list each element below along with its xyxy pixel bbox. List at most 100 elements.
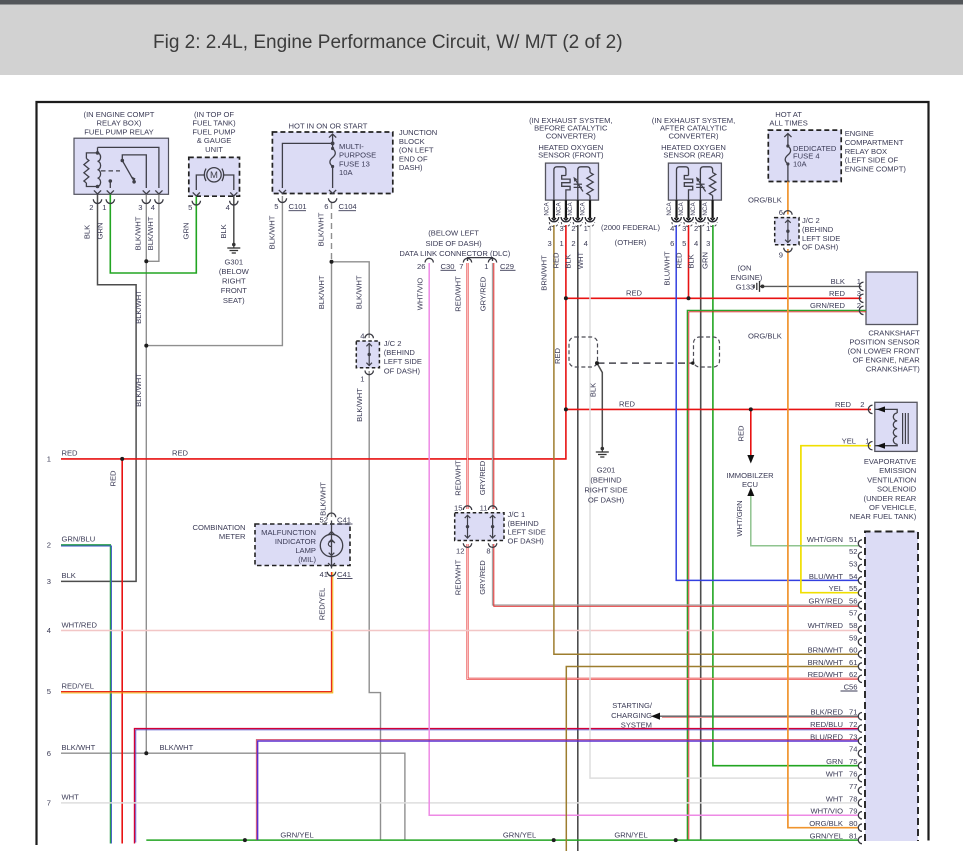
svg-text:11: 11 — [480, 504, 488, 513]
svg-text:NCA: NCA — [579, 202, 586, 216]
svg-text:(BELOW LEFT: (BELOW LEFT — [428, 229, 479, 238]
svg-text:54: 54 — [849, 572, 857, 581]
svg-text:1: 1 — [102, 203, 106, 212]
svg-text:& GAUGE: & GAUGE — [197, 136, 232, 145]
svg-text:RED/BLU: RED/BLU — [810, 720, 843, 729]
svg-text:71: 71 — [849, 708, 857, 717]
svg-text:CONVERTER): CONVERTER) — [546, 131, 597, 140]
svg-text:51: 51 — [849, 535, 857, 544]
svg-text:5: 5 — [47, 687, 51, 696]
svg-text:3: 3 — [682, 224, 686, 233]
svg-text:LEFT SIDE: LEFT SIDE — [508, 528, 546, 537]
svg-text:73: 73 — [849, 732, 857, 741]
svg-text:5: 5 — [274, 202, 278, 211]
svg-text:ENGINE): ENGINE) — [731, 273, 763, 282]
svg-text:3: 3 — [547, 239, 551, 248]
svg-text:RED/WHT: RED/WHT — [454, 460, 463, 496]
svg-text:6: 6 — [47, 749, 51, 758]
svg-text:HOT AT: HOT AT — [775, 110, 802, 119]
svg-text:SEAT): SEAT) — [223, 296, 245, 305]
svg-text:(MIL): (MIL) — [298, 555, 316, 564]
svg-text:76: 76 — [849, 770, 857, 779]
svg-text:C104: C104 — [339, 202, 357, 211]
svg-text:ENGINE COMPT): ENGINE COMPT) — [845, 165, 907, 174]
svg-text:C41: C41 — [337, 570, 351, 579]
svg-text:BLU/RED: BLU/RED — [810, 732, 843, 741]
svg-text:WHT/RED: WHT/RED — [62, 620, 98, 629]
svg-text:RED: RED — [675, 252, 684, 269]
svg-text:10A: 10A — [793, 159, 807, 168]
svg-text:C56: C56 — [844, 683, 858, 692]
svg-text:2: 2 — [694, 224, 698, 233]
svg-text:2: 2 — [860, 400, 864, 409]
svg-text:(2000 FEDERAL): (2000 FEDERAL) — [601, 223, 661, 232]
svg-text:59: 59 — [849, 633, 857, 642]
svg-text:5: 5 — [188, 203, 192, 212]
svg-text:OF DASH): OF DASH) — [384, 366, 421, 375]
svg-text:RED/WHT: RED/WHT — [454, 276, 463, 312]
svg-text:NCA: NCA — [543, 202, 550, 216]
svg-text:4: 4 — [694, 239, 698, 248]
svg-text:4: 4 — [226, 203, 230, 212]
svg-text:BLK: BLK — [83, 225, 92, 239]
svg-text:1: 1 — [47, 455, 51, 464]
svg-text:RIGHT: RIGHT — [222, 277, 246, 286]
svg-text:WHT/RED: WHT/RED — [808, 621, 844, 630]
svg-text:RED/WHT: RED/WHT — [454, 559, 463, 595]
svg-text:ORG/BLK: ORG/BLK — [748, 331, 782, 340]
svg-text:BRN/WHT: BRN/WHT — [808, 646, 844, 655]
svg-text:EVAPORATIVE: EVAPORATIVE — [864, 457, 916, 466]
svg-text:81: 81 — [849, 831, 857, 840]
svg-text:G301: G301 — [225, 257, 244, 266]
svg-text:8: 8 — [486, 547, 490, 556]
svg-text:YEL: YEL — [842, 436, 856, 445]
svg-text:BLK/WHT: BLK/WHT — [134, 373, 143, 407]
svg-text:RED: RED — [62, 449, 79, 458]
svg-text:COMPARTMENT: COMPARTMENT — [845, 138, 904, 147]
svg-text:BLK: BLK — [588, 383, 597, 397]
svg-text:BLK/WHT: BLK/WHT — [134, 290, 143, 324]
svg-text:2: 2 — [571, 239, 575, 248]
svg-text:END OF: END OF — [399, 154, 428, 163]
svg-text:CONVERTER): CONVERTER) — [668, 131, 719, 140]
svg-text:(IN TOP OF: (IN TOP OF — [194, 110, 234, 119]
svg-text:NCA: NCA — [666, 202, 673, 216]
svg-text:J/C 1: J/C 1 — [508, 510, 526, 519]
svg-text:BLK: BLK — [831, 277, 845, 286]
svg-text:STARTING/: STARTING/ — [612, 701, 653, 710]
svg-text:10A: 10A — [339, 168, 353, 177]
svg-text:(BEHIND: (BEHIND — [384, 348, 416, 357]
svg-text:BLK/WHT: BLK/WHT — [317, 275, 326, 309]
svg-text:WHT/GRN: WHT/GRN — [735, 500, 744, 536]
svg-text:(BELOW: (BELOW — [219, 267, 250, 276]
svg-text:FUEL PUMP RELAY: FUEL PUMP RELAY — [84, 127, 154, 136]
svg-text:4: 4 — [47, 626, 51, 635]
svg-text:57: 57 — [849, 609, 857, 618]
svg-text:RED: RED — [109, 470, 118, 487]
svg-text:RED/YEL: RED/YEL — [318, 588, 327, 621]
svg-text:WHT: WHT — [576, 251, 585, 269]
svg-text:WHT: WHT — [826, 794, 844, 803]
svg-text:GRN/YEL: GRN/YEL — [280, 831, 313, 840]
svg-text:(IN ENGINE COMPT: (IN ENGINE COMPT — [84, 110, 155, 119]
svg-text:C41: C41 — [337, 516, 351, 525]
svg-text:RED: RED — [172, 449, 189, 458]
svg-text:GRY/RED: GRY/RED — [478, 460, 487, 495]
svg-text:METER: METER — [219, 532, 246, 541]
svg-text:ALL TIMES: ALL TIMES — [769, 119, 807, 128]
svg-text:ECU: ECU — [742, 480, 758, 489]
svg-text:77: 77 — [849, 782, 857, 791]
svg-text:5: 5 — [682, 239, 686, 248]
svg-text:NCA: NCA — [567, 202, 574, 216]
svg-text:(ON LOWER FRONT: (ON LOWER FRONT — [848, 346, 920, 355]
svg-text:4: 4 — [151, 203, 155, 212]
svg-text:NCA: NCA — [678, 202, 685, 216]
svg-text:BRN/WHT: BRN/WHT — [540, 255, 549, 291]
svg-text:NEAR FUEL TANK): NEAR FUEL TANK) — [850, 512, 917, 521]
svg-text:RELAY BOX): RELAY BOX) — [97, 119, 142, 128]
svg-text:(ON: (ON — [738, 264, 752, 273]
svg-text:15: 15 — [454, 504, 462, 513]
svg-text:BLK/RED: BLK/RED — [811, 708, 844, 717]
svg-text:55: 55 — [849, 584, 857, 593]
svg-text:NCA: NCA — [690, 202, 697, 216]
